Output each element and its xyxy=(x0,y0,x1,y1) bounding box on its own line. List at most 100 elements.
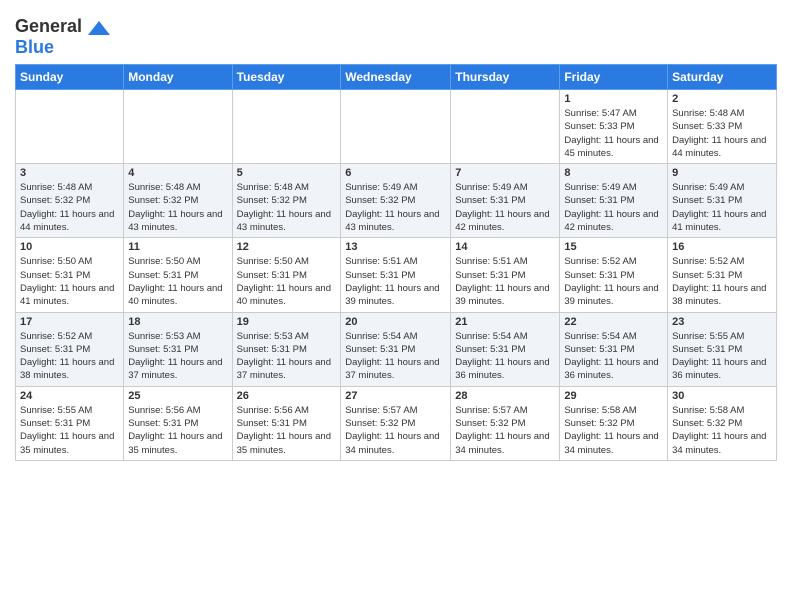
day-info: Sunrise: 5:50 AM Sunset: 5:31 PM Dayligh… xyxy=(237,255,337,308)
day-info: Sunrise: 5:54 AM Sunset: 5:31 PM Dayligh… xyxy=(564,330,663,383)
calendar-cell: 3Sunrise: 5:48 AM Sunset: 5:32 PM Daylig… xyxy=(16,164,124,238)
day-info: Sunrise: 5:53 AM Sunset: 5:31 PM Dayligh… xyxy=(128,330,227,383)
weekday-header-sunday: Sunday xyxy=(16,65,124,90)
day-info: Sunrise: 5:53 AM Sunset: 5:31 PM Dayligh… xyxy=(237,330,337,383)
logo: General Blue xyxy=(15,16,110,58)
day-info: Sunrise: 5:52 AM Sunset: 5:31 PM Dayligh… xyxy=(672,255,772,308)
day-info: Sunrise: 5:58 AM Sunset: 5:32 PM Dayligh… xyxy=(564,404,663,457)
day-number: 2 xyxy=(672,93,772,105)
week-row-4: 17 Sunrise: 5:52 AM Sunset: 5:31 PM Dayli… xyxy=(16,312,777,386)
calendar-cell: 29 Sunrise: 5:58 AM Sunset: 5:32 PM Dayli… xyxy=(560,386,668,460)
calendar-cell: 6 Sunrise: 5:49 AM Sunset: 5:32 PM Daylig… xyxy=(341,164,451,238)
calendar-cell: 10 Sunrise: 5:50 AM Sunset: 5:31 PM Dayli… xyxy=(16,238,124,312)
week-row-3: 10 Sunrise: 5:50 AM Sunset: 5:31 PM Dayli… xyxy=(16,238,777,312)
calendar-cell: 7 Sunrise: 5:49 AM Sunset: 5:31 PM Daylig… xyxy=(451,164,560,238)
calendar-cell xyxy=(451,90,560,164)
weekday-header-thursday: Thursday xyxy=(451,65,560,90)
day-info: Sunrise: 5:48 AM Sunset: 5:33 PM Dayligh… xyxy=(672,107,772,160)
calendar-cell: 23 Sunrise: 5:55 AM Sunset: 5:31 PM Dayli… xyxy=(668,312,777,386)
calendar-cell: 18 Sunrise: 5:53 AM Sunset: 5:31 PM Dayli… xyxy=(124,312,232,386)
day-number: 7 xyxy=(455,167,555,179)
week-row-1: 1 Sunrise: 5:47 AM Sunset: 5:33 PM Daylig… xyxy=(16,90,777,164)
calendar-cell: 24 Sunrise: 5:55 AM Sunset: 5:31 PM Dayli… xyxy=(16,386,124,460)
weekday-header-monday: Monday xyxy=(124,65,232,90)
day-info: Sunrise: 5:48 AM Sunset: 5:32 PM Dayligh… xyxy=(237,181,337,234)
day-number: 5 xyxy=(237,167,337,179)
calendar-cell: 1 Sunrise: 5:47 AM Sunset: 5:33 PM Daylig… xyxy=(560,90,668,164)
day-info: Sunrise: 5:58 AM Sunset: 5:32 PM Dayligh… xyxy=(672,404,772,457)
day-info: Sunrise: 5:49 AM Sunset: 5:32 PM Dayligh… xyxy=(345,181,446,234)
calendar-cell: 26Sunrise: 5:56 AM Sunset: 5:31 PM Dayli… xyxy=(232,386,341,460)
day-number: 20 xyxy=(345,316,446,328)
day-info: Sunrise: 5:55 AM Sunset: 5:31 PM Dayligh… xyxy=(20,404,119,457)
day-number: 27 xyxy=(345,390,446,402)
day-info: Sunrise: 5:50 AM Sunset: 5:31 PM Dayligh… xyxy=(128,255,227,308)
day-info: Sunrise: 5:50 AM Sunset: 5:31 PM Dayligh… xyxy=(20,255,119,308)
day-number: 23 xyxy=(672,316,772,328)
logo-text-general: General xyxy=(15,16,82,36)
calendar-cell: 11 Sunrise: 5:50 AM Sunset: 5:31 PM Dayli… xyxy=(124,238,232,312)
day-number: 4 xyxy=(128,167,227,179)
day-number: 12 xyxy=(237,241,337,253)
calendar-cell: 5 Sunrise: 5:48 AM Sunset: 5:32 PM Daylig… xyxy=(232,164,341,238)
calendar-cell: 21 Sunrise: 5:54 AM Sunset: 5:31 PM Dayli… xyxy=(451,312,560,386)
day-number: 10 xyxy=(20,241,119,253)
day-number: 24 xyxy=(20,390,119,402)
calendar-cell: 9 Sunrise: 5:49 AM Sunset: 5:31 PM Daylig… xyxy=(668,164,777,238)
calendar-cell: 22 Sunrise: 5:54 AM Sunset: 5:31 PM Dayli… xyxy=(560,312,668,386)
day-info: Sunrise: 5:57 AM Sunset: 5:32 PM Dayligh… xyxy=(345,404,446,457)
calendar-table: SundayMondayTuesdayWednesdayThursdayFrid… xyxy=(15,64,777,461)
day-number: 11 xyxy=(128,241,227,253)
day-info: Sunrise: 5:49 AM Sunset: 5:31 PM Dayligh… xyxy=(564,181,663,234)
day-number: 25 xyxy=(128,390,227,402)
day-info: Sunrise: 5:47 AM Sunset: 5:33 PM Dayligh… xyxy=(564,107,663,160)
week-row-5: 24 Sunrise: 5:55 AM Sunset: 5:31 PM Dayli… xyxy=(16,386,777,460)
calendar-cell xyxy=(16,90,124,164)
day-number: 17 xyxy=(20,316,119,328)
logo-text-blue: Blue xyxy=(15,37,54,57)
weekday-header-saturday: Saturday xyxy=(668,65,777,90)
day-info: Sunrise: 5:57 AM Sunset: 5:32 PM Dayligh… xyxy=(455,404,555,457)
day-number: 21 xyxy=(455,316,555,328)
day-number: 16 xyxy=(672,241,772,253)
calendar-cell: 2 Sunrise: 5:48 AM Sunset: 5:33 PM Daylig… xyxy=(668,90,777,164)
calendar-cell xyxy=(341,90,451,164)
day-number: 13 xyxy=(345,241,446,253)
calendar-cell: 4 Sunrise: 5:48 AM Sunset: 5:32 PM Daylig… xyxy=(124,164,232,238)
calendar-cell: 13 Sunrise: 5:51 AM Sunset: 5:31 PM Dayli… xyxy=(341,238,451,312)
day-info: Sunrise: 5:55 AM Sunset: 5:31 PM Dayligh… xyxy=(672,330,772,383)
calendar-cell: 15Sunrise: 5:52 AM Sunset: 5:31 PM Dayli… xyxy=(560,238,668,312)
weekday-header-wednesday: Wednesday xyxy=(341,65,451,90)
calendar-cell xyxy=(124,90,232,164)
weekday-header-friday: Friday xyxy=(560,65,668,90)
day-info: Sunrise: 5:54 AM Sunset: 5:31 PM Dayligh… xyxy=(345,330,446,383)
day-number: 22 xyxy=(564,316,663,328)
day-info: Sunrise: 5:51 AM Sunset: 5:31 PM Dayligh… xyxy=(345,255,446,308)
calendar-cell: 19Sunrise: 5:53 AM Sunset: 5:31 PM Dayli… xyxy=(232,312,341,386)
weekday-header-tuesday: Tuesday xyxy=(232,65,341,90)
day-number: 28 xyxy=(455,390,555,402)
day-number: 9 xyxy=(672,167,772,179)
day-number: 29 xyxy=(564,390,663,402)
weekday-header-row: SundayMondayTuesdayWednesdayThursdayFrid… xyxy=(16,65,777,90)
calendar-cell: 30 Sunrise: 5:58 AM Sunset: 5:32 PM Dayli… xyxy=(668,386,777,460)
day-number: 8 xyxy=(564,167,663,179)
day-info: Sunrise: 5:56 AM Sunset: 5:31 PM Dayligh… xyxy=(237,404,337,457)
day-number: 1 xyxy=(564,93,663,105)
day-info: Sunrise: 5:52 AM Sunset: 5:31 PM Dayligh… xyxy=(20,330,119,383)
calendar-cell: 8 Sunrise: 5:49 AM Sunset: 5:31 PM Daylig… xyxy=(560,164,668,238)
day-info: Sunrise: 5:56 AM Sunset: 5:31 PM Dayligh… xyxy=(128,404,227,457)
page-header: General Blue xyxy=(15,10,777,58)
day-number: 30 xyxy=(672,390,772,402)
day-info: Sunrise: 5:54 AM Sunset: 5:31 PM Dayligh… xyxy=(455,330,555,383)
day-number: 3 xyxy=(20,167,119,179)
calendar-cell: 27 Sunrise: 5:57 AM Sunset: 5:32 PM Dayli… xyxy=(341,386,451,460)
day-info: Sunrise: 5:48 AM Sunset: 5:32 PM Dayligh… xyxy=(128,181,227,234)
day-info: Sunrise: 5:52 AM Sunset: 5:31 PM Dayligh… xyxy=(564,255,663,308)
calendar-cell: 17 Sunrise: 5:52 AM Sunset: 5:31 PM Dayli… xyxy=(16,312,124,386)
calendar-cell: 20 Sunrise: 5:54 AM Sunset: 5:31 PM Dayli… xyxy=(341,312,451,386)
day-number: 18 xyxy=(128,316,227,328)
day-info: Sunrise: 5:49 AM Sunset: 5:31 PM Dayligh… xyxy=(672,181,772,234)
day-number: 6 xyxy=(345,167,446,179)
day-info: Sunrise: 5:49 AM Sunset: 5:31 PM Dayligh… xyxy=(455,181,555,234)
